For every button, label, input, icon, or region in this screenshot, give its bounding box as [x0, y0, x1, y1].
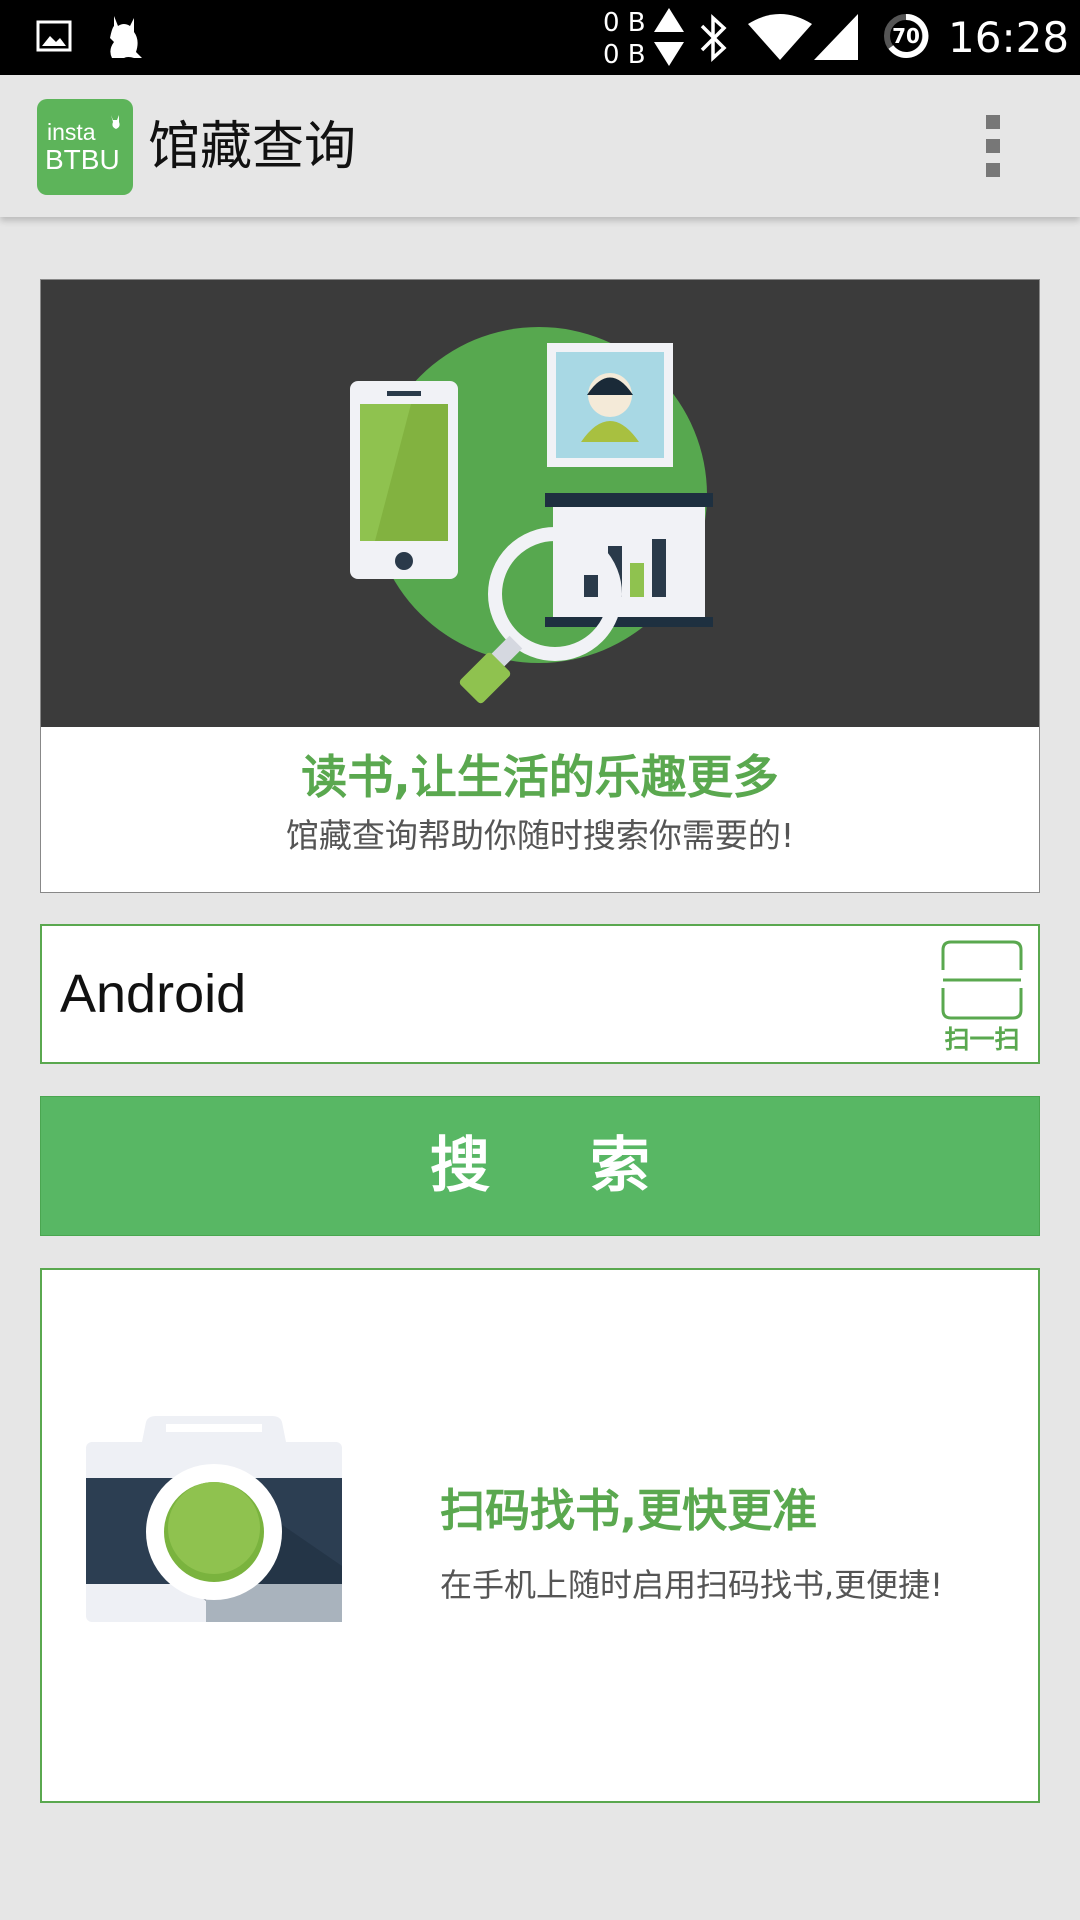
scan-promo-headline: 扫码找书,更快更准	[440, 1484, 818, 1537]
wifi-icon	[748, 14, 812, 64]
upload-speed: 0 B	[603, 8, 646, 38]
search-input-value[interactable]: Android	[60, 962, 246, 1026]
signal-icon	[814, 14, 858, 64]
cat-notification-icon	[104, 12, 146, 66]
download-speed: 0 B	[603, 40, 646, 70]
status-bar: 0 B 0 B 70 16:28	[0, 0, 1080, 75]
battery-level: 70	[892, 24, 920, 48]
banner-illustration	[41, 280, 1039, 727]
overflow-dot-icon	[986, 139, 1000, 153]
app-logo: insta BTBU	[37, 99, 133, 195]
scan-button[interactable]: 扫一扫	[937, 938, 1027, 1054]
download-arrow-icon	[654, 42, 684, 70]
upload-arrow-icon	[654, 8, 684, 36]
gallery-notification-icon	[36, 18, 72, 58]
banner-card: 读书,让生活的乐趣更多 馆藏查询帮助你随时搜索你需要的!	[40, 279, 1040, 893]
phone-illustration-icon	[350, 381, 458, 579]
camera-icon	[86, 1416, 342, 1622]
search-input[interactable]: Android 扫一扫	[40, 924, 1040, 1064]
overflow-dot-icon	[986, 115, 1000, 129]
scan-frame-icon	[941, 940, 1023, 1024]
scan-promo-subtitle: 在手机上随时启用扫码找书,更便捷!	[440, 1566, 944, 1604]
overflow-dot-icon	[986, 163, 1000, 177]
chart-board-illustration-icon	[545, 493, 713, 627]
clock: 16:28	[948, 13, 1070, 62]
app-bar: insta BTBU 馆藏查询	[0, 75, 1080, 217]
app-logo-line1: insta	[47, 119, 96, 145]
scan-button-label: 扫一扫	[944, 1025, 1020, 1054]
search-button[interactable]: 搜索	[40, 1096, 1040, 1236]
banner-headline: 读书,让生活的乐趣更多	[301, 750, 779, 804]
rabbit-logo-icon	[107, 113, 125, 135]
app-logo-line2: BTBU	[45, 144, 120, 175]
page-title: 馆藏查询	[148, 117, 357, 177]
banner-subtitle: 馆藏查询帮助你随时搜索你需要的!	[285, 816, 795, 855]
scan-promo-card[interactable]: 扫码找书,更快更准 在手机上随时启用扫码找书,更便捷!	[40, 1268, 1040, 1803]
profile-photo-illustration-icon	[547, 343, 673, 467]
bluetooth-icon	[698, 14, 728, 66]
